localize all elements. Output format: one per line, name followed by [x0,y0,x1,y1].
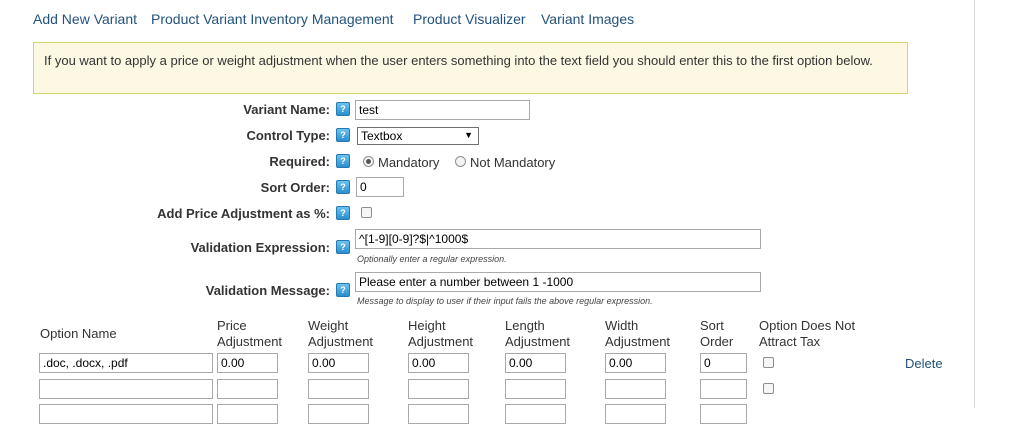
header-line: Adjustment [308,334,374,349]
content-right-border [974,0,975,408]
height-adjustment-input[interactable] [408,353,469,373]
sort-order-label: Sort Order: [260,180,330,195]
width-adjustment-input[interactable] [605,404,666,424]
header-width-adjustment: Width Adjustment [605,318,670,350]
header-no-tax: Option Does Not Attract Tax [759,318,855,350]
height-adjustment-input[interactable] [408,379,469,399]
option-name-input[interactable] [39,379,213,399]
variant-name-input[interactable] [355,100,530,120]
price-adjustment-percent-label: Add Price Adjustment as %: [157,206,330,221]
header-line: Attract Tax [759,334,821,349]
header-price-adjustment: Price Adjustment [217,318,282,350]
header-height-adjustment: Height Adjustment [408,318,473,350]
header-line: Length [505,318,545,333]
header-line: Width [605,318,639,333]
radio-mandatory[interactable] [363,156,374,167]
header-line: Adjustment [605,334,671,349]
header-length-adjustment: Length Adjustment [505,318,570,350]
validation-message-input[interactable] [355,272,761,292]
header-line: Adjustment [217,334,283,349]
validation-expression-label: Validation Expression: [190,240,330,255]
tab-inventory-management[interactable]: Product Variant Inventory Management [151,11,394,27]
help-icon[interactable]: ? [336,283,350,297]
help-icon[interactable]: ? [336,102,350,116]
info-notice: If you want to apply a price or weight a… [33,42,908,94]
header-line: Sort [700,318,724,333]
sort-order-cell-input[interactable] [700,353,747,373]
validation-message-hint: Message to display to user if their inpu… [357,296,653,306]
header-line: Height [408,318,446,333]
weight-adjustment-input[interactable] [308,404,369,424]
header-line: Option Does Not [759,318,856,333]
help-icon[interactable]: ? [336,180,350,194]
control-type-label: Control Type: [246,128,330,143]
tab-add-new-variant[interactable]: Add New Variant [33,11,137,27]
no-tax-checkbox[interactable] [763,357,774,368]
help-icon[interactable]: ? [336,154,350,168]
required-label: Required: [269,154,330,169]
header-sort-order: Sort Order [700,318,733,350]
radio-not-mandatory[interactable] [455,156,466,167]
header-weight-adjustment: Weight Adjustment [308,318,373,350]
header-line: Price [217,318,247,333]
weight-adjustment-input[interactable] [308,379,369,399]
help-icon[interactable]: ? [336,206,350,220]
sort-order-cell-input[interactable] [700,379,747,399]
header-line: Order [700,334,734,349]
length-adjustment-input[interactable] [505,379,566,399]
width-adjustment-input[interactable] [605,353,666,373]
control-type-value: Textbox [361,129,403,143]
header-option-name: Option Name [40,326,117,341]
option-name-input[interactable] [39,404,213,424]
variant-name-label: Variant Name: [243,102,330,117]
price-adjustment-input[interactable] [217,379,278,399]
length-adjustment-input[interactable] [505,404,566,424]
height-adjustment-input[interactable] [408,404,469,424]
tab-variant-images[interactable]: Variant Images [541,11,634,27]
validation-message-label: Validation Message: [205,283,330,298]
help-icon[interactable]: ? [336,240,350,254]
help-icon[interactable]: ? [336,128,350,142]
validation-expression-hint: Optionally enter a regular expression. [357,254,507,264]
header-line: Weight [308,318,349,333]
option-name-input[interactable] [39,353,213,373]
delete-link[interactable]: Delete [905,356,943,371]
validation-expression-input[interactable] [355,229,761,249]
header-line: Adjustment [505,334,571,349]
length-adjustment-input[interactable] [505,353,566,373]
tab-product-visualizer[interactable]: Product Visualizer [413,11,526,27]
width-adjustment-input[interactable] [605,379,666,399]
price-adjustment-input[interactable] [217,353,278,373]
price-adjustment-input[interactable] [217,404,278,424]
control-type-select[interactable]: Textbox ▼ [357,127,479,145]
header-line: Adjustment [408,334,474,349]
price-adjustment-percent-checkbox[interactable] [361,207,372,218]
sort-order-input[interactable] [356,177,404,197]
sort-order-cell-input[interactable] [700,404,747,424]
chevron-down-icon: ▼ [464,130,473,140]
radio-mandatory-label: Mandatory [378,155,440,170]
radio-not-mandatory-label: Not Mandatory [470,155,556,170]
no-tax-checkbox[interactable] [763,383,774,394]
weight-adjustment-input[interactable] [308,353,369,373]
